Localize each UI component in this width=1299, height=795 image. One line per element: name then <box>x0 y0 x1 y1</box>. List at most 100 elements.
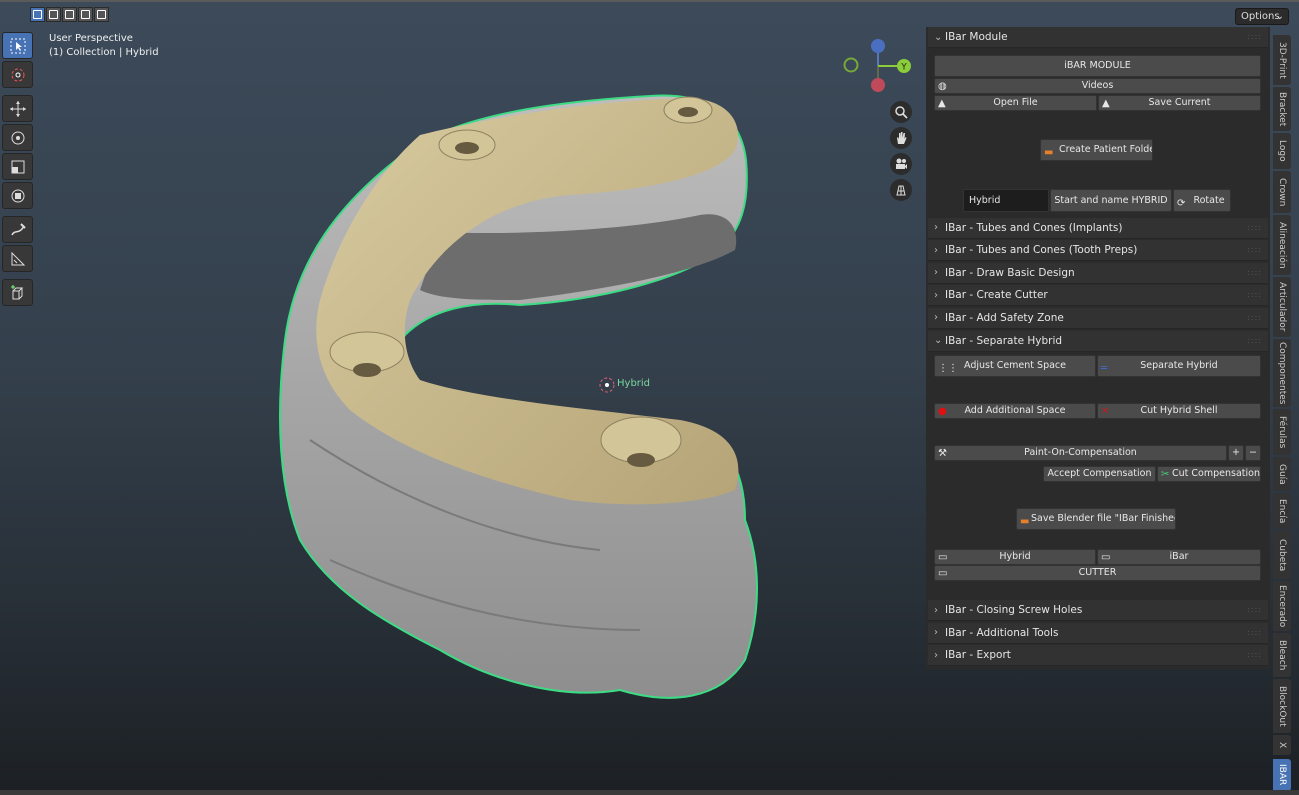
ibar-module-button[interactable]: iBAR MODULE <box>934 54 1261 77</box>
warning-icon: ▲ <box>938 97 946 109</box>
zoom-icon[interactable] <box>890 101 912 123</box>
drag-grip-icon[interactable]: :::: <box>1247 628 1262 637</box>
select-intersect-icon[interactable] <box>94 7 109 22</box>
collection-label: (1) Collection | Hybrid <box>49 47 159 58</box>
tab-encerado[interactable]: Encerado <box>1273 581 1291 631</box>
hybrid-visibility-button[interactable]: ▭ Hybrid <box>934 549 1096 566</box>
navigation-gizmo[interactable]: Y <box>840 38 916 94</box>
cut-hybrid-shell-button[interactable]: ✕ Cut Hybrid Shell <box>1097 403 1261 420</box>
object-origin-icon <box>599 377 615 393</box>
add-additional-space-button[interactable]: ● Add Additional Space <box>934 403 1096 420</box>
tab-x[interactable]: X <box>1273 735 1291 755</box>
y-axis-label: Y <box>900 63 907 73</box>
section-add-safety-zone[interactable]: › IBar - Add Safety Zone:::: <box>928 307 1268 329</box>
move-tool-icon[interactable] <box>2 95 33 122</box>
select-extend-icon[interactable] <box>46 7 61 22</box>
warning-icon: ▲ <box>1102 97 1110 109</box>
hybrid-name-input[interactable]: Hybrid <box>963 188 1049 212</box>
tab-bleach[interactable]: Bleach <box>1273 633 1291 677</box>
drag-grip-icon[interactable]: :::: <box>1247 605 1262 614</box>
select-difference-icon[interactable] <box>78 7 93 22</box>
section-tubes-implants[interactable]: › IBar - Tubes and Cones (Implants):::: <box>928 217 1268 239</box>
videos-label: Videos <box>1081 79 1114 91</box>
create-patient-folder-button[interactable]: ▬ Create Patient Folder <box>1040 138 1153 161</box>
tab-encia[interactable]: Encía <box>1273 493 1291 529</box>
paint-on-compensation-button[interactable]: ⚒ Paint-On-Compensation <box>934 445 1227 462</box>
view-perspective-label: User Perspective <box>49 33 133 44</box>
tab-cubeta[interactable]: Cubeta <box>1273 531 1291 579</box>
section-title: IBar - Closing Screw Holes <box>945 604 1083 617</box>
section-additional-tools[interactable]: › IBar - Additional Tools:::: <box>928 622 1268 644</box>
camera-icon[interactable] <box>890 153 912 175</box>
adjust-cement-label: Adjust Cement Space <box>963 360 1066 372</box>
tab-guia[interactable]: Guía <box>1273 457 1291 491</box>
remove-compensation-button[interactable]: − <box>1245 445 1261 462</box>
tab-blockout[interactable]: BlockOut <box>1273 679 1291 733</box>
section-separate-hybrid[interactable]: ⌄ IBar - Separate Hybrid:::: <box>928 330 1268 352</box>
drag-grip-icon[interactable]: :::: <box>1247 290 1262 299</box>
drag-grip-icon[interactable]: :::: <box>1247 336 1262 345</box>
save-current-button[interactable]: ▲ Save Current <box>1098 94 1261 111</box>
neg-x-axis-icon[interactable] <box>871 78 885 92</box>
neg-y-axis-icon[interactable] <box>843 57 859 73</box>
drag-grip-icon[interactable]: :::: <box>1247 245 1262 254</box>
cut-compensation-button[interactable]: ✂ Cut Compensation <box>1157 466 1261 483</box>
section-title: IBar - Separate Hybrid <box>945 334 1063 347</box>
select-subtract-icon[interactable] <box>62 7 77 22</box>
section-closing-screw-holes[interactable]: › IBar - Closing Screw Holes:::: <box>928 600 1268 622</box>
tab-ferulas[interactable]: Férulas <box>1273 409 1291 455</box>
header-bar: Options ⌄ <box>0 0 1299 28</box>
section-export[interactable]: › IBar - Export:::: <box>928 645 1268 667</box>
drag-grip-icon[interactable]: :::: <box>1247 313 1262 322</box>
options-dropdown[interactable]: Options ⌄ <box>1235 8 1289 25</box>
rotate-tool-icon[interactable] <box>2 124 33 151</box>
videos-button[interactable]: ◍ Videos <box>934 77 1261 94</box>
section-tubes-tooth-preps[interactable]: › IBar - Tubes and Cones (Tooth Preps):::… <box>928 240 1268 262</box>
section-create-cutter[interactable]: › IBar - Create Cutter:::: <box>928 285 1268 307</box>
scale-tool-icon[interactable] <box>2 153 33 180</box>
accept-comp-label: Accept Compensation <box>1047 468 1152 480</box>
drag-grip-icon[interactable]: :::: <box>1247 32 1262 41</box>
start-name-hybrid-button[interactable]: Start and name HYBRID <box>1050 188 1172 212</box>
section-draw-basic-design[interactable]: › IBar - Draw Basic Design:::: <box>928 262 1268 284</box>
tab-label: Encía <box>1277 498 1287 524</box>
ortho-grid-icon[interactable] <box>890 179 912 201</box>
monitor-icon: ▬ <box>1020 516 1030 528</box>
adjust-cement-space-button[interactable]: ⋮⋮ Adjust Cement Space <box>934 355 1096 378</box>
tab-crown[interactable]: Crown <box>1273 171 1291 213</box>
measure-tool-icon[interactable] <box>2 245 33 272</box>
tab-componentes[interactable]: Componentes <box>1273 339 1291 407</box>
select-new-icon[interactable] <box>30 7 45 22</box>
add-compensation-button[interactable]: + <box>1228 445 1244 462</box>
tab-3d-print[interactable]: 3D-Print <box>1273 35 1291 85</box>
open-file-button[interactable]: ▲ Open File <box>934 94 1097 111</box>
annotate-tool-icon[interactable] <box>2 216 33 243</box>
drag-grip-icon[interactable]: :::: <box>1247 268 1262 277</box>
tab-bracket[interactable]: Bracket <box>1273 87 1291 131</box>
select-box-tool-icon[interactable] <box>2 32 33 59</box>
pan-hand-icon[interactable] <box>890 127 912 149</box>
separate-hybrid-button[interactable]: ═ Separate Hybrid <box>1097 355 1261 378</box>
cutter-visibility-button[interactable]: ▭ CUTTER <box>934 565 1261 582</box>
add-cube-tool-icon[interactable] <box>2 279 33 306</box>
chevron-down-icon: ⌄ <box>934 31 943 43</box>
drag-grip-icon[interactable]: :::: <box>1247 223 1262 232</box>
cut-shell-label: Cut Hybrid Shell <box>1140 405 1218 417</box>
accept-compensation-button[interactable]: Accept Compensation <box>1043 466 1156 483</box>
scissors-icon: ✕ <box>1101 406 1110 418</box>
ibar-visibility-button[interactable]: ▭ iBar <box>1097 549 1261 566</box>
tab-ibar[interactable]: IBAR <box>1273 759 1291 791</box>
save-blender-file-button[interactable]: ▬ Save Blender file "IBar Finished" <box>1016 508 1176 531</box>
tab-alineacion[interactable]: Alineación <box>1273 215 1291 275</box>
cursor-tool-icon[interactable] <box>2 61 33 88</box>
minus-icon: − <box>1249 447 1257 459</box>
tab-logo[interactable]: Logo <box>1273 133 1291 169</box>
create-folder-label: Create Patient Folder <box>1059 143 1153 155</box>
drag-grip-icon[interactable]: :::: <box>1247 650 1262 659</box>
transform-tool-icon[interactable] <box>2 182 33 209</box>
tab-articulador[interactable]: Articulador <box>1273 277 1291 337</box>
section-ibar-module[interactable]: ⌄ IBar Module:::: <box>928 27 1268 48</box>
z-axis-icon[interactable] <box>871 39 885 53</box>
rotate-button[interactable]: ⟳ Rotate <box>1173 188 1231 212</box>
hybrid-dental-model[interactable] <box>270 90 770 710</box>
